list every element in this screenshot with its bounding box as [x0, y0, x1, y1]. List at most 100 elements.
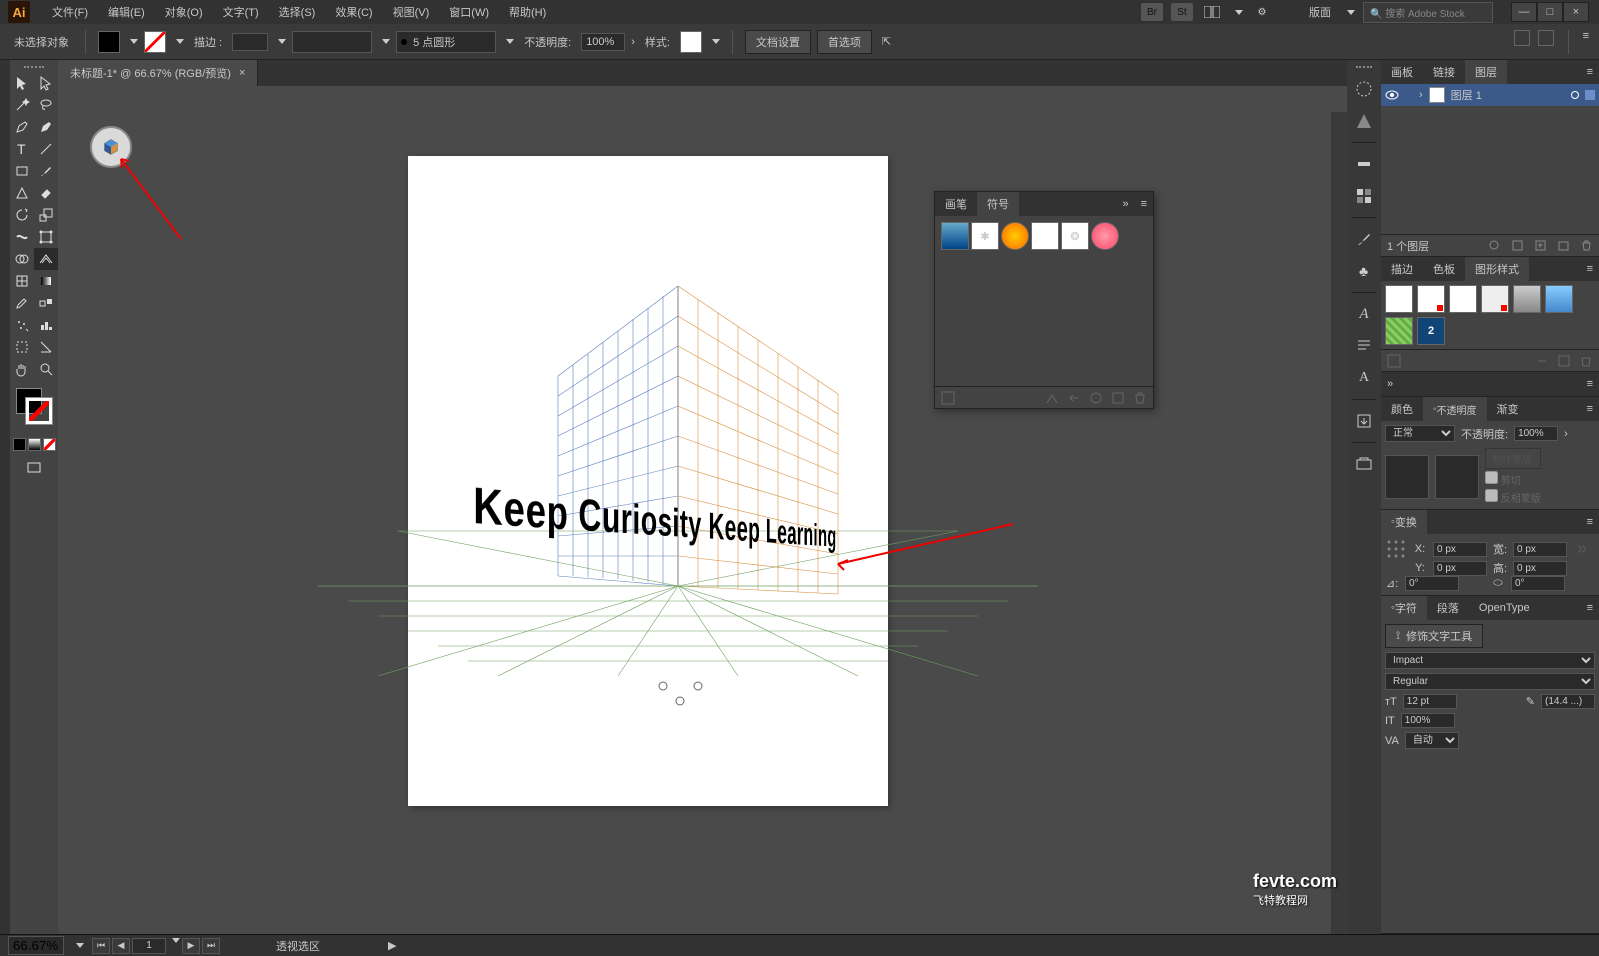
width-tool[interactable] [10, 226, 34, 248]
stroke-swatch[interactable] [144, 31, 166, 53]
zoom-tool[interactable] [34, 358, 58, 380]
tab-swatches[interactable]: 色板 [1423, 257, 1465, 281]
menu-help[interactable]: 帮助(H) [499, 4, 556, 20]
color-mode-solid[interactable] [13, 438, 26, 451]
pen-tool[interactable] [10, 116, 34, 138]
first-button[interactable]: ⏮ [92, 938, 110, 954]
font-size-input[interactable] [1403, 694, 1457, 709]
symbol-swatch[interactable]: ❂ [1061, 222, 1089, 250]
library-icon[interactable] [1387, 354, 1401, 368]
bridge-icon[interactable]: Br [1141, 3, 1163, 21]
chevron-down-icon[interactable] [712, 39, 720, 44]
brushes-icon[interactable] [1351, 226, 1377, 252]
font-style-select[interactable]: Regular [1385, 673, 1595, 690]
tab-graphic-styles[interactable]: 图形样式 [1465, 257, 1529, 281]
touch-type-button[interactable]: ⟟ 修饰文字工具 [1385, 624, 1483, 648]
menu-select[interactable]: 选择(S) [269, 4, 326, 20]
tab-brushes[interactable]: 画笔 [935, 192, 977, 216]
rotate-tool[interactable] [10, 204, 34, 226]
chevron-right-icon[interactable]: › [1564, 428, 1568, 440]
w-input[interactable] [1513, 542, 1567, 557]
tab-gradient[interactable]: 渐变 [1487, 397, 1529, 421]
magic-wand-tool[interactable] [10, 94, 34, 116]
shear-input[interactable] [1511, 576, 1565, 591]
blend-tool[interactable] [34, 292, 58, 314]
gradient-tool[interactable] [34, 270, 58, 292]
color-guide-icon[interactable] [1351, 108, 1377, 134]
reference-point-icon[interactable] [1385, 538, 1407, 560]
prev-button[interactable]: ◀ [112, 938, 130, 954]
trash-icon[interactable] [1579, 354, 1593, 368]
trash-icon[interactable] [1580, 239, 1593, 252]
y-input[interactable] [1433, 561, 1487, 576]
symbol-swatch[interactable]: ✱ [971, 222, 999, 250]
locate-icon[interactable] [1488, 239, 1501, 252]
panel-menu-icon[interactable]: ≡ [1135, 198, 1153, 210]
eraser-tool[interactable] [34, 182, 58, 204]
h-input[interactable] [1513, 561, 1567, 576]
align-icon[interactable] [1514, 30, 1530, 46]
break-link-icon[interactable] [1067, 391, 1081, 405]
line-tool[interactable] [34, 138, 58, 160]
library-icon[interactable] [941, 391, 955, 405]
place-icon[interactable] [1045, 391, 1059, 405]
direct-selection-tool[interactable] [34, 72, 58, 94]
menu-view[interactable]: 视图(V) [383, 4, 440, 20]
style-swatch[interactable] [1385, 317, 1413, 345]
transform-icon[interactable]: ⇱ [882, 35, 891, 48]
menu-object[interactable]: 对象(O) [155, 4, 213, 20]
menu-edit[interactable]: 编辑(E) [98, 4, 155, 20]
chevron-down-icon[interactable] [1235, 10, 1243, 15]
style-swatch[interactable] [1417, 285, 1445, 313]
perspective-grid-tool[interactable] [34, 248, 58, 270]
shape-builder-tool[interactable] [10, 248, 34, 270]
tab-artboards[interactable]: 画板 [1381, 60, 1423, 84]
tab-layers[interactable]: 图层 [1465, 60, 1507, 84]
symbol-sprayer-tool[interactable] [10, 314, 34, 336]
new-icon[interactable] [1557, 354, 1571, 368]
tab-transparency[interactable]: ◦ 不透明度 [1423, 397, 1487, 421]
minimize-button[interactable]: — [1511, 2, 1537, 22]
close-tab-icon[interactable]: × [239, 67, 245, 79]
panel-menu-icon[interactable]: ≡ [1581, 378, 1599, 390]
link-icon[interactable] [1573, 542, 1587, 556]
tab-transform[interactable]: ◦ 变换 [1381, 510, 1427, 534]
stroke-icon[interactable] [1351, 151, 1377, 177]
collapse-icon[interactable]: » [1116, 198, 1134, 210]
panel-menu-icon[interactable]: ≡ [1581, 516, 1599, 528]
stroke-weight-input[interactable] [232, 33, 268, 51]
tab-paragraph[interactable]: 段落 [1427, 596, 1469, 620]
paragraph-icon[interactable] [1351, 333, 1377, 359]
target-icon[interactable] [1571, 91, 1579, 99]
chevron-down-icon[interactable] [172, 938, 180, 943]
collapse-icon[interactable]: » [1381, 378, 1399, 390]
var-width-dropdown[interactable] [292, 31, 372, 53]
menu-type[interactable]: 文字(T) [213, 4, 269, 20]
rectangle-tool[interactable] [10, 160, 34, 182]
symbol-swatch[interactable] [1001, 222, 1029, 250]
fill-swatch[interactable] [98, 31, 120, 53]
symbols-icon[interactable]: ♣ [1351, 258, 1377, 284]
eyedropper-tool[interactable] [10, 292, 34, 314]
libraries-icon[interactable] [1351, 451, 1377, 477]
new-icon[interactable] [1111, 391, 1125, 405]
tab-links[interactable]: 链接 [1423, 60, 1465, 84]
chevron-down-icon[interactable] [506, 39, 514, 44]
chevron-down-icon[interactable] [176, 39, 184, 44]
document-tab[interactable]: 未标题-1* @ 66.67% (RGB/预览) × [58, 60, 258, 86]
tab-color[interactable]: 颜色 [1381, 397, 1423, 421]
transform-panel-icon[interactable] [1538, 30, 1554, 46]
x-input[interactable] [1433, 542, 1487, 557]
font-family-select[interactable]: Impact [1385, 652, 1595, 669]
maximize-button[interactable]: □ [1537, 2, 1563, 22]
vertical-scrollbar[interactable] [1331, 112, 1347, 934]
trash-icon[interactable] [1133, 391, 1147, 405]
panel-grip[interactable] [10, 64, 58, 72]
panel-grip[interactable] [1356, 66, 1372, 70]
lasso-tool[interactable] [34, 94, 58, 116]
panel-menu-icon[interactable]: ≡ [1581, 66, 1599, 78]
symbol-swatch[interactable] [1031, 222, 1059, 250]
brush-dropdown[interactable]: 5 点圆形 [396, 31, 496, 53]
menu-window[interactable]: 窗口(W) [439, 4, 499, 20]
angle-input[interactable] [1405, 576, 1459, 591]
